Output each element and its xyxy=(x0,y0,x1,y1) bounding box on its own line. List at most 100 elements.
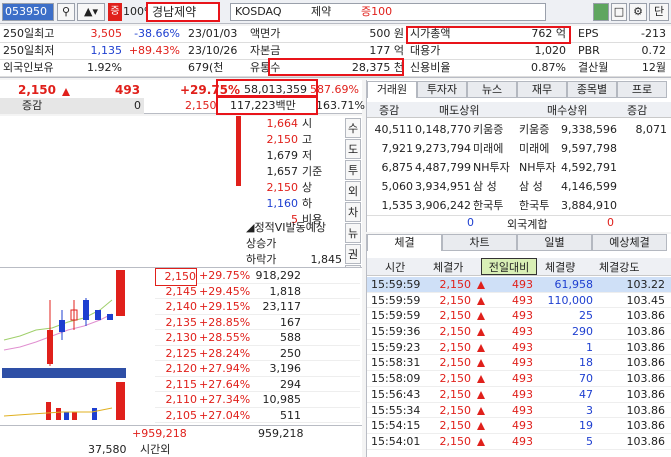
day-bar xyxy=(236,116,241,186)
volume-highlight xyxy=(216,79,318,97)
tab-top[interactable]: 뉴스 xyxy=(467,81,517,98)
trade-strength: 103.86 xyxy=(626,325,666,339)
book-row[interactable]: 2,140 +29.15% 23,117 xyxy=(155,299,360,315)
up-arrow-icon xyxy=(475,418,487,434)
broker-head-buy: 매수상위 xyxy=(547,104,588,117)
summary-row: 2,150 고 xyxy=(244,132,340,148)
book-rate: +27.34% xyxy=(199,393,251,406)
info-label: 외국인보유 xyxy=(3,61,54,74)
book-row[interactable]: 2,125 +28.24% 250 xyxy=(155,346,360,361)
trade-price: 2,150 xyxy=(439,356,472,370)
tab-bottom[interactable]: 체결 xyxy=(367,234,442,251)
trade-row[interactable]: 15:59:59 2,150 493 25 103.86 xyxy=(367,308,671,325)
book-row[interactable]: 2,135 +28.85% 167 xyxy=(155,315,360,330)
side-button[interactable]: 투 xyxy=(345,160,361,180)
book-row[interactable]: 2,110 +27.34% 10,985 xyxy=(155,392,360,408)
summary-value: 1,679 xyxy=(266,149,299,162)
side-button[interactable]: 뉴 xyxy=(345,223,361,243)
book-row[interactable]: 2,130 +28.55% 588 xyxy=(155,330,360,346)
trade-price: 2,150 xyxy=(439,434,472,448)
trade-row[interactable]: 15:59:59 2,150 493 61,958 103.22 xyxy=(367,277,671,293)
trade-head-time: 시간 xyxy=(385,261,406,274)
book-row[interactable]: 2,120 +27.94% 3,196 xyxy=(155,361,360,377)
change-zero: 0 xyxy=(134,99,141,112)
broker-sn: 미래에 xyxy=(473,142,504,155)
trade-row[interactable]: 15:59:36 2,150 493 290 103.86 xyxy=(367,324,671,340)
info-pct: +89.43% xyxy=(128,44,180,57)
book-rate: +29.15% xyxy=(199,300,251,313)
book-row[interactable]: 2,115 +27.64% 294 xyxy=(155,377,360,392)
book-row[interactable]: 2,145 +29.45% 1,818 xyxy=(155,284,360,299)
tab-top[interactable]: 프로 xyxy=(617,81,667,98)
tab-bottom[interactable]: 예상체결 xyxy=(592,234,667,251)
trade-row[interactable]: 15:58:31 2,150 493 18 103.86 xyxy=(367,355,671,372)
book-row[interactable]: 2,150 +29.75% 918,292 xyxy=(155,268,360,286)
trade-row[interactable]: 15:54:15 2,150 493 19 103.86 xyxy=(367,418,671,434)
chart-icon[interactable] xyxy=(593,3,609,21)
trade-row[interactable]: 15:56:43 2,150 493 47 103.86 xyxy=(367,387,671,403)
tab-top[interactable]: 투자자 xyxy=(417,81,467,98)
up-arrow-icon xyxy=(475,340,487,356)
info-label-3: 신용비율 xyxy=(410,61,451,74)
info-label-4: EPS xyxy=(578,27,599,40)
summary-value: 1,664 xyxy=(266,117,299,130)
vi-down-value: 1,845 xyxy=(310,253,343,266)
trade-time: 15:56:43 xyxy=(371,387,421,401)
stock-name[interactable]: 경남제약 xyxy=(146,2,220,22)
stock-code-input[interactable]: 053950 xyxy=(2,3,54,21)
trade-price: 2,150 xyxy=(439,340,472,354)
summary-key: 저 xyxy=(302,149,313,162)
trade-row[interactable]: 15:58:09 2,150 493 70 103.86 xyxy=(367,371,671,387)
gear-icon[interactable]: ⚙ xyxy=(629,3,647,21)
trade-strength: 103.86 xyxy=(626,434,666,448)
order-book-footer: +959,218 959,218 37,580 시간외 xyxy=(0,425,362,457)
tab-bottom[interactable]: 차트 xyxy=(442,234,517,251)
margin-badge: 증100 xyxy=(361,5,393,18)
current-price-2: 2,150 xyxy=(185,99,217,112)
info-value: 1.92% xyxy=(87,61,122,74)
broker-bn: 키움증 xyxy=(519,123,550,136)
info-label-2: 액면가 xyxy=(250,27,281,40)
summary-value: 1,657 xyxy=(266,165,299,178)
trade-diff: 493 xyxy=(512,434,533,448)
tab-top[interactable]: 종목별 xyxy=(567,81,617,98)
document-icon[interactable]: □ xyxy=(611,3,627,21)
trade-diff: 493 xyxy=(512,387,533,401)
trade-row[interactable]: 15:59:59 2,150 493 110,000 103.45 xyxy=(367,293,671,309)
tab-bottom[interactable]: 일별 xyxy=(517,234,592,251)
book-qty: 167 xyxy=(280,315,301,329)
stock-code: 053950 xyxy=(5,5,47,18)
info-value-4: 0.72 xyxy=(641,44,667,57)
side-button[interactable]: 차 xyxy=(345,202,361,222)
book-qty: 588 xyxy=(280,331,301,344)
summary-key: 상 xyxy=(302,181,313,194)
broker-sq: 1,535 xyxy=(381,199,414,212)
after-hours-label: 시간외 xyxy=(140,443,171,456)
speaker-icon[interactable]: ▲▾ xyxy=(77,3,105,21)
search-icon[interactable]: ⚲ xyxy=(57,3,75,21)
book-row[interactable]: 2,105 +27.04% 511 xyxy=(155,408,360,423)
broker-bv: 4,146,599 xyxy=(561,180,617,193)
trade-row[interactable]: 15:59:23 2,150 493 1 103.86 xyxy=(367,340,671,356)
broker-bn: NH투자 xyxy=(519,161,556,174)
tab-top[interactable]: 재무 xyxy=(517,81,567,98)
side-button[interactable]: 권 xyxy=(345,244,361,264)
vi-title-text: 정적VI발동예상 xyxy=(254,221,326,234)
up-arrow-icon xyxy=(475,277,487,293)
trade-qty: 3 xyxy=(586,403,593,417)
unit-button[interactable]: 단 xyxy=(649,3,669,21)
side-button[interactable]: 수 xyxy=(345,118,361,138)
trade-row[interactable]: 15:54:01 2,150 493 5 103.86 xyxy=(367,434,671,450)
trade-price: 2,150 xyxy=(439,403,472,417)
market-label: KOSDAQ xyxy=(235,5,282,18)
side-button[interactable]: 외 xyxy=(345,181,361,201)
trade-amount-pct: 163.71% xyxy=(316,99,365,112)
float-highlight xyxy=(268,58,404,76)
side-button[interactable]: 도 xyxy=(345,139,361,159)
trade-row[interactable]: 15:55:34 2,150 493 3 103.86 xyxy=(367,403,671,419)
info-label-4: PBR xyxy=(578,44,600,57)
tab-top[interactable]: 거래원 xyxy=(367,81,417,98)
trade-diff: 493 xyxy=(512,293,533,307)
trade-strength: 103.22 xyxy=(626,278,666,291)
broker-sv: 3,906,242 xyxy=(415,199,471,212)
